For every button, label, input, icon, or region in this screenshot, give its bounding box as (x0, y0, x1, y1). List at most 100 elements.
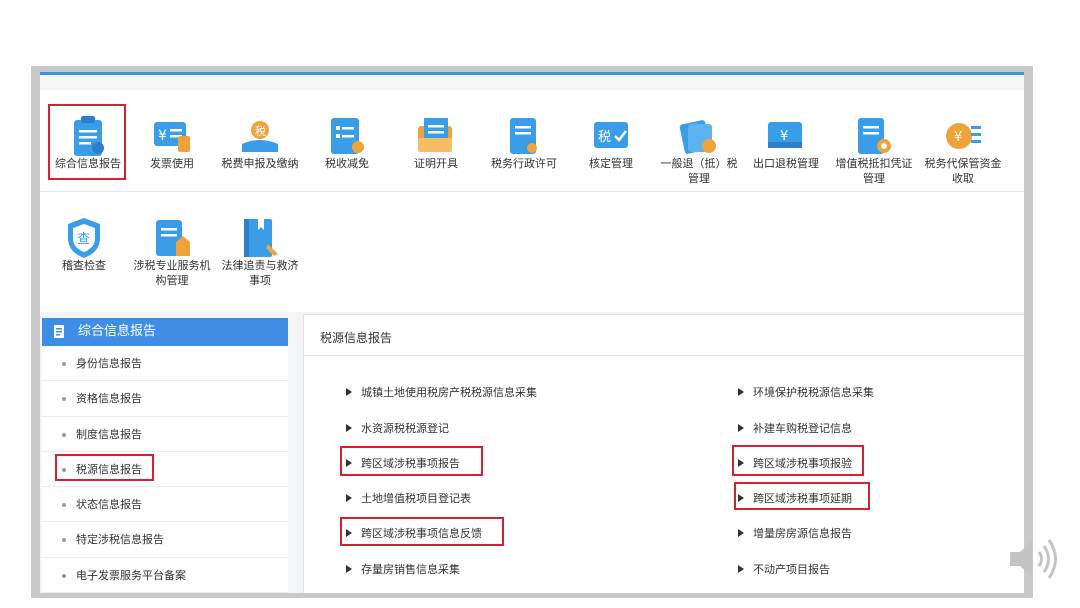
menu-item-label: 制度信息报告 (76, 427, 142, 441)
link-environment-tax[interactable]: 环境保护税税源信息采集 (738, 384, 874, 400)
bullet-icon (62, 573, 66, 578)
triangle-right-icon (346, 388, 352, 396)
func-label: 证明开具 (414, 157, 458, 170)
menu-item-system[interactable]: 制度信息报告 (42, 417, 288, 452)
func-export-refund[interactable]: ¥ 出口退税管理 (743, 90, 829, 190)
function-icon-panel: 综合信息报告 ¥ 发票使用 税 税费申报及缴纳 税收减免 证明开具 税务行政许可 (40, 90, 1024, 312)
law-book-icon (244, 219, 278, 257)
menu-item-qualification[interactable]: 资格信息报告 (42, 381, 288, 417)
link-label: 土地增值税项目登记表 (361, 492, 471, 505)
highlight-box-cross-region-report (340, 446, 483, 476)
func-label: 发票使用 (150, 157, 194, 170)
content-divider (304, 355, 1024, 356)
menu-item-label: 身份信息报告 (76, 357, 142, 370)
func-label: 一般退（抵）税管理 (660, 157, 738, 185)
func-tax-payment[interactable]: 税 税费申报及缴纳 (217, 90, 303, 190)
link-label: 存量房销售信息采集 (361, 563, 460, 576)
func-refund[interactable]: 一般退（抵）税管理 (656, 90, 742, 190)
highlight-box-cross-region-inspection (732, 445, 864, 476)
triangle-right-icon (738, 424, 744, 432)
menu-item-identity[interactable]: 身份信息报告 (42, 346, 288, 382)
func-invoice[interactable]: ¥ 发票使用 (129, 90, 215, 190)
func-tax-relief[interactable]: 税收减免 (304, 90, 390, 190)
link-vehicle-tax-supplement[interactable]: 补建车购税登记信息 (738, 420, 852, 436)
svg-text:¥: ¥ (780, 129, 788, 144)
document-icon (54, 325, 64, 338)
link-label: 增量房房源信息报告 (753, 527, 852, 540)
func-label: 税费申报及缴纳 (221, 157, 299, 170)
svg-text:¥: ¥ (158, 128, 167, 144)
menu-item-status[interactable]: 状态信息报告 (42, 487, 288, 523)
link-label: 水资源税税源登记 (361, 422, 449, 435)
func-fund-custody[interactable]: ¥ 税务代保管资金收取 (920, 90, 1006, 190)
func-label: 税收减免 (325, 157, 369, 170)
invoice-icon: ¥ (154, 122, 190, 152)
tax-approve-icon: 税 (594, 122, 628, 148)
menu-item-label: 资格信息报告 (76, 392, 142, 406)
menu-item-label: 特定涉税信息报告 (76, 533, 164, 547)
menu-item-specific[interactable]: 特定涉税信息报告 (42, 522, 288, 558)
func-certificate[interactable]: 证明开具 (393, 90, 479, 190)
triangle-right-icon (738, 388, 744, 396)
triangle-right-icon (738, 565, 744, 573)
top-accent-line (40, 72, 1024, 75)
link-label: 环境保护税税源信息采集 (753, 386, 874, 399)
link-land-vat-project[interactable]: 土地增值税项目登记表 (346, 490, 471, 506)
menu-item-label: 状态信息报告 (76, 498, 142, 512)
menu-item-label: 电子发票服务平台备案 (76, 568, 186, 582)
bullet-icon (62, 362, 66, 366)
inspection-shield-icon: 查 (68, 218, 100, 258)
triangle-right-icon (346, 565, 352, 573)
link-label: 不动产项目报告 (753, 563, 830, 576)
menu-item-e-invoice[interactable]: 电子发票服务平台备案 (42, 558, 288, 593)
link-water-resource-tax[interactable]: 水资源税税源登记 (346, 420, 449, 436)
speaker-icon[interactable] (1006, 535, 1060, 583)
func-label: 稽查检查 (62, 259, 106, 272)
highlight-box-tax-source-menu (55, 454, 154, 481)
bullet-icon (62, 538, 66, 543)
bullet-icon (62, 432, 66, 437)
highlight-box-cross-region-extension (734, 482, 870, 510)
svg-text:税: 税 (598, 130, 611, 145)
icon-row-2: 查 稽查检查 涉税专业服务机构管理 法律追责与救济事项 (40, 192, 1024, 292)
func-label: 法律追责与救济事项 (221, 259, 299, 287)
link-label: 补建车购税登记信息 (753, 422, 852, 435)
tax-payment-icon: 税 (242, 121, 278, 152)
triangle-right-icon (738, 529, 744, 537)
func-license[interactable]: 税务行政许可 (481, 90, 567, 190)
func-label: 税务行政许可 (491, 157, 557, 170)
agency-icon (156, 220, 190, 256)
link-land-property-tax[interactable]: 城镇土地使用税房产税税源信息采集 (346, 384, 537, 400)
certificate-icon (418, 118, 452, 152)
app-screen: 综合信息报告 ¥ 发票使用 税 税费申报及缴纳 税收减免 证明开具 税务行政许可 (40, 72, 1024, 593)
func-label: 增值税抵扣凭证管理 (835, 157, 913, 185)
fund-custody-icon: ¥ (946, 123, 981, 149)
content-title: 税源信息报告 (320, 331, 393, 345)
func-tax-approve[interactable]: 税 核定管理 (568, 90, 654, 190)
highlight-box-report-icon (48, 104, 126, 180)
link-existing-housing-sales[interactable]: 存量房销售信息采集 (346, 561, 460, 577)
link-new-housing-report[interactable]: 增量房房源信息报告 (738, 525, 852, 541)
highlight-box-cross-region-feedback (340, 517, 504, 546)
link-label: 城镇土地使用税房产税税源信息采集 (361, 386, 537, 399)
icon-row-1: 综合信息报告 ¥ 发票使用 税 税费申报及缴纳 税收减免 证明开具 税务行政许可 (40, 90, 1024, 190)
refund-icon (679, 120, 716, 154)
func-agency[interactable]: 涉税专业服务机构管理 (129, 192, 215, 292)
side-menu-header: 综合信息报告 (42, 318, 288, 346)
func-label: 核定管理 (589, 157, 633, 170)
vat-voucher-icon (858, 118, 891, 154)
svg-text:¥: ¥ (954, 130, 962, 145)
func-inspection[interactable]: 查 稽查检查 (41, 192, 127, 292)
bullet-icon (62, 503, 66, 508)
func-label: 税务代保管资金收取 (924, 157, 1002, 185)
link-real-estate-project[interactable]: 不动产项目报告 (738, 561, 830, 577)
func-label: 出口退税管理 (753, 157, 819, 170)
tax-relief-icon (331, 118, 364, 154)
license-icon (510, 118, 537, 154)
func-vat-voucher[interactable]: 增值税抵扣凭证管理 (831, 90, 917, 190)
triangle-right-icon (346, 494, 352, 502)
export-refund-icon: ¥ (768, 122, 802, 148)
bullet-icon (62, 397, 66, 402)
func-law[interactable]: 法律追责与救济事项 (217, 192, 303, 292)
svg-text:查: 查 (77, 232, 90, 247)
